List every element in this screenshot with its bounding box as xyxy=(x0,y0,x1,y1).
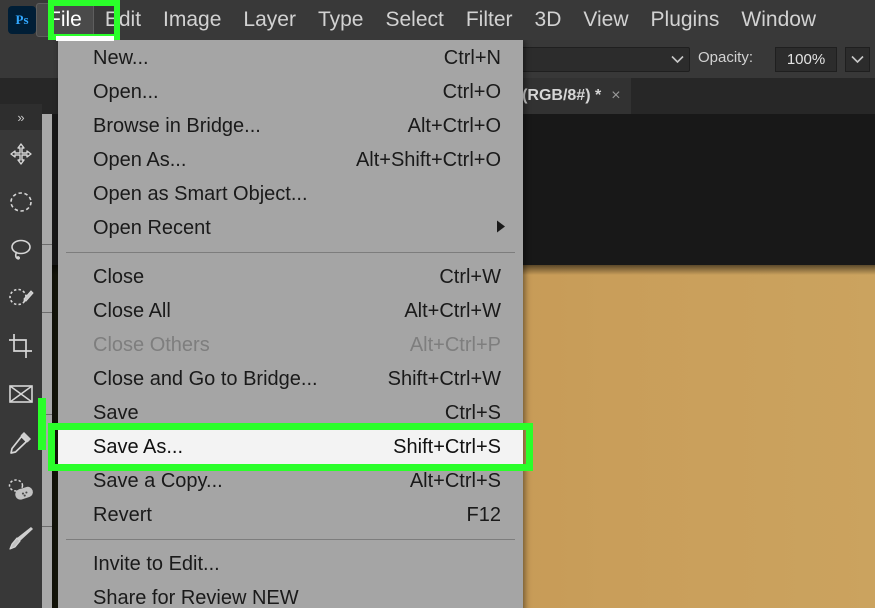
menu-bar: Ps File Edit Image Layer Type Select Filter 3D V… xyxy=(0,0,875,40)
file-highlight-underbar xyxy=(56,36,114,41)
crop-tool-icon xyxy=(9,334,32,358)
menubar-item-layer[interactable]: Layer xyxy=(232,0,307,40)
frame-tool[interactable] xyxy=(0,370,42,418)
photoshop-logo: Ps xyxy=(8,6,36,34)
chevron-down-icon xyxy=(671,55,684,64)
menubar-item-3d[interactable]: 3D xyxy=(524,0,573,40)
menu-item-invite-to-edit[interactable]: Invite to Edit... xyxy=(58,547,523,581)
frame-tool-icon xyxy=(9,385,33,403)
brush-tool-icon xyxy=(9,527,33,550)
menu-item-shortcut: Alt+Ctrl+W xyxy=(404,299,501,322)
menu-item-open-recent[interactable]: Open Recent xyxy=(58,211,523,245)
menubar-item-filter[interactable]: Filter xyxy=(455,0,524,40)
eyedropper-tool[interactable] xyxy=(0,418,42,466)
menu-item-label: Open as Smart Object... xyxy=(93,182,308,205)
menu-separator xyxy=(66,252,515,253)
menu-item-label: Browse in Bridge... xyxy=(93,114,261,137)
menu-item-open-as[interactable]: Open As... Alt+Shift+Ctrl+O xyxy=(58,143,523,177)
menubar-item-view[interactable]: View xyxy=(572,0,639,40)
menubar-item-plugins[interactable]: Plugins xyxy=(640,0,731,40)
menu-item-save[interactable]: Save Ctrl+S xyxy=(58,396,523,430)
menubar-item-select[interactable]: Select xyxy=(374,0,454,40)
menu-item-shortcut: Ctrl+W xyxy=(439,265,501,288)
menu-item-shortcut: Ctrl+S xyxy=(444,401,501,424)
tools-panel: » xyxy=(0,104,42,608)
menu-item-revert[interactable]: Revert F12 xyxy=(58,498,523,532)
move-tool-icon xyxy=(10,143,32,165)
canvas-ruler-gutter xyxy=(42,114,52,608)
menu-item-shortcut: Alt+Ctrl+P xyxy=(409,333,501,356)
quick-selection-tool[interactable] xyxy=(0,274,42,322)
eyedropper-tool-icon xyxy=(10,432,31,454)
menu-bar-items: File Edit Image Layer Type Select Filter 3D View… xyxy=(36,0,827,40)
menu-item-close-all[interactable]: Close All Alt+Ctrl+W xyxy=(58,294,523,328)
menu-item-shortcut: Ctrl+N xyxy=(443,46,501,69)
menu-item-label: Share for Review NEW xyxy=(93,586,299,608)
highlight-bleed-sliver xyxy=(38,398,46,450)
menu-item-label: Invite to Edit... xyxy=(93,552,220,575)
menu-item-label: Save xyxy=(93,401,139,424)
opacity-chevron-down-icon[interactable] xyxy=(845,47,870,72)
menu-separator xyxy=(66,539,515,540)
quick-selection-tool-icon xyxy=(9,288,34,306)
crop-tool[interactable] xyxy=(0,322,42,370)
menu-item-shortcut: Shift+Ctrl+W xyxy=(387,367,501,390)
menu-item-shortcut: Alt+Ctrl+S xyxy=(409,469,501,492)
submenu-arrow-icon xyxy=(496,217,506,240)
spot-healing-brush-tool[interactable] xyxy=(0,466,42,514)
menu-item-open[interactable]: Open... Ctrl+O xyxy=(58,75,523,109)
menu-item-open-as-smart-object[interactable]: Open as Smart Object... xyxy=(58,177,523,211)
menu-item-shortcut: Alt+Ctrl+O xyxy=(407,114,501,137)
lasso-tool[interactable] xyxy=(0,226,42,274)
menu-item-label: Close xyxy=(93,265,145,288)
elliptical-marquee-tool[interactable] xyxy=(0,178,42,226)
menubar-item-type[interactable]: Type xyxy=(307,0,375,40)
menu-item-label: Close All xyxy=(93,299,171,322)
menu-item-new[interactable]: New... Ctrl+N xyxy=(58,41,523,75)
opacity-label: Opacity: xyxy=(698,49,754,66)
menubar-item-edit[interactable]: Edit xyxy=(94,0,152,40)
menu-item-browse-in-bridge[interactable]: Browse in Bridge... Alt+Ctrl+O xyxy=(58,109,523,143)
menu-item-shortcut: Alt+Shift+Ctrl+O xyxy=(355,148,501,171)
collapse-panel-icon[interactable]: » xyxy=(0,104,42,130)
menu-item-share-for-review-new[interactable]: Share for Review NEW xyxy=(58,581,523,608)
menubar-item-window[interactable]: Window xyxy=(730,0,827,40)
menu-item-shortcut: Shift+Ctrl+S xyxy=(393,435,501,458)
menu-item-label: Save a Copy... xyxy=(93,469,223,492)
file-dropdown-menu[interactable]: New... Ctrl+N Open... Ctrl+O Browse in Bridg… xyxy=(48,38,533,608)
opacity-input[interactable]: 100% xyxy=(775,47,837,72)
menu-item-close-and-go-to-bridge[interactable]: Close and Go to Bridge... Shift+Ctrl+W xyxy=(58,362,523,396)
menu-item-close[interactable]: Close Ctrl+W xyxy=(58,260,523,294)
spot-healing-brush-tool-icon xyxy=(8,479,33,500)
lasso-tool-icon xyxy=(11,239,31,260)
photoshop-window: Ps File Edit Image Layer Type Select Filter 3D V… xyxy=(0,0,875,608)
elliptical-marquee-tool-icon xyxy=(10,192,32,212)
menu-item-label: Open As... xyxy=(93,148,187,171)
menu-item-label: Open... xyxy=(93,80,159,103)
menubar-item-file[interactable]: File xyxy=(36,3,94,37)
menu-item-save-a-copy[interactable]: Save a Copy... Alt+Ctrl+S xyxy=(58,464,523,498)
menu-item-label: Save As... xyxy=(93,435,184,458)
menu-item-shortcut: F12 xyxy=(466,503,501,526)
menu-item-save-as[interactable]: Save As... Shift+Ctrl+S xyxy=(48,423,533,471)
move-tool[interactable] xyxy=(0,130,42,178)
menu-item-label: Revert xyxy=(93,503,152,526)
menubar-item-image[interactable]: Image xyxy=(152,0,232,40)
menu-item-close-others: Close Others Alt+Ctrl+P xyxy=(58,328,523,362)
close-icon[interactable]: × xyxy=(611,87,620,105)
menu-item-label: Open Recent xyxy=(93,216,211,239)
menu-item-label: Close and Go to Bridge... xyxy=(93,367,318,390)
brush-tool[interactable] xyxy=(0,514,42,562)
menu-item-label: Close Others xyxy=(93,333,210,356)
menu-item-label: New... xyxy=(93,46,149,69)
menu-item-shortcut: Ctrl+O xyxy=(442,80,501,103)
